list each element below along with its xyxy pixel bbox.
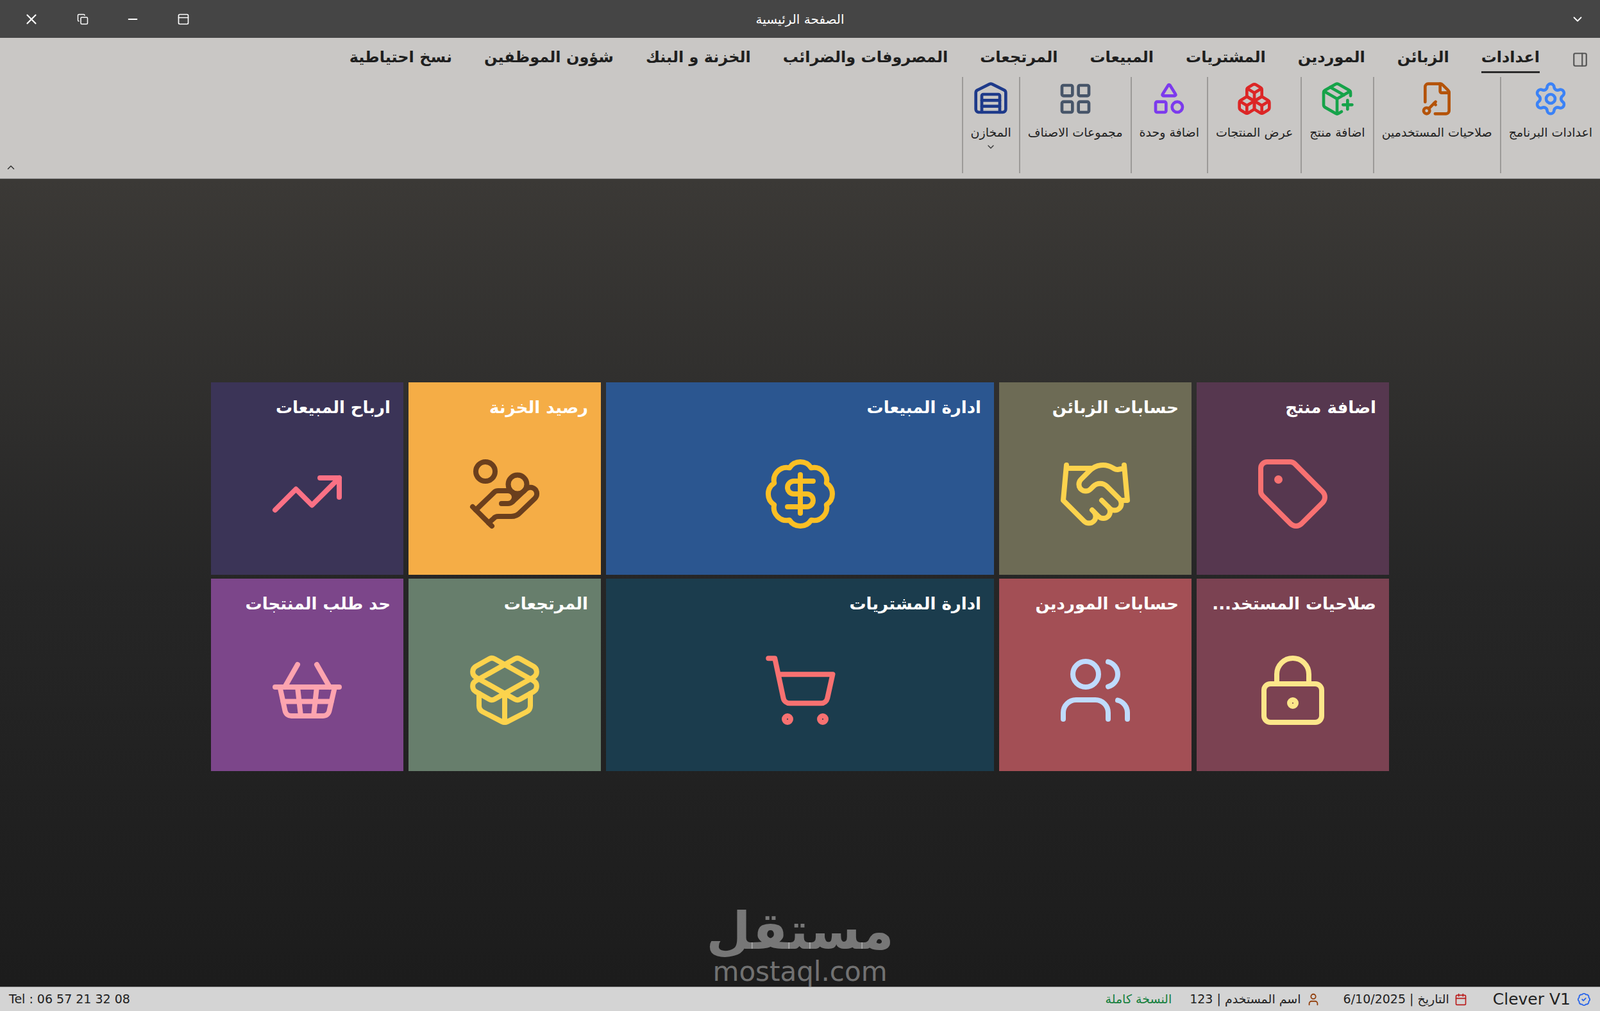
- profit-chart-icon: [268, 455, 346, 533]
- ribbon-tab[interactable]: الزبائن: [1397, 45, 1450, 74]
- license-status: النسخة كاملة: [1104, 989, 1172, 1009]
- warehouse-icon: [972, 80, 1009, 117]
- ribbon-tab[interactable]: الموردين: [1297, 45, 1366, 74]
- dashboard-tile[interactable]: ادارة المشتريات: [606, 578, 994, 771]
- money-bag-icon: [466, 455, 544, 533]
- dashboard-tile[interactable]: ادارة المبيعات: [606, 382, 994, 575]
- tiles-grid: اضافة منتجحسابات الزبائنادارة المبيعاترص…: [210, 382, 1390, 771]
- suppliers-icon: [1056, 651, 1134, 729]
- ribbon-button[interactable]: اعدادات البرنامج: [1499, 76, 1600, 174]
- ribbon-button[interactable]: المخازن: [961, 76, 1019, 174]
- ribbon-buttons: اعدادات البرنامجصلاحيات المستخدميناضافة …: [961, 76, 1600, 174]
- dashboard-tile[interactable]: ارباح المبيعات: [210, 382, 404, 575]
- dashboard-tile[interactable]: المرتجعات: [408, 578, 601, 771]
- ribbon-button[interactable]: عرض المنتجات: [1206, 76, 1301, 174]
- dashboard-tile[interactable]: حد طلب المنتجات: [210, 578, 404, 771]
- date: التاريخ | 6/10/2025: [1343, 989, 1450, 1009]
- app-version: Clever V1: [1492, 986, 1571, 1011]
- key-document-icon: [1419, 80, 1456, 117]
- app-window: الصفحة الرئيسية اعدادات الزبائن الموردين الم…: [0, 0, 1600, 1011]
- dashboard: اضافة منتجحسابات الزبائنادارة المبيعاترص…: [0, 178, 1600, 987]
- minimize-icon[interactable]: [125, 12, 140, 27]
- ribbon-tab[interactable]: المرتجعات: [979, 45, 1058, 74]
- phone: Tel : 06 57 21 32 08: [8, 989, 131, 1009]
- dashboard-tile[interactable]: صلاحيات المستخد...: [1196, 578, 1390, 771]
- ribbon-tab[interactable]: المبيعات: [1089, 45, 1154, 74]
- ribbon-tab[interactable]: الخزنة و البنك: [645, 45, 751, 74]
- watermark: مستقلmostaql.com: [0, 905, 1600, 986]
- ribbon-button[interactable]: اضافة منتج: [1300, 76, 1373, 174]
- dashboard-tile[interactable]: حسابات الزبائن: [999, 382, 1192, 575]
- restore-icon[interactable]: [76, 13, 89, 26]
- user-lock-icon: [1254, 651, 1332, 729]
- menu-caret-icon[interactable]: [985, 141, 996, 152]
- ribbon-tab[interactable]: المشتريات: [1185, 45, 1266, 74]
- ribbon-button[interactable]: مجموعات الاصناف: [1018, 76, 1131, 174]
- handshake-icon: [1056, 455, 1134, 533]
- app-icon: [1576, 992, 1592, 1007]
- close-icon[interactable]: [23, 10, 40, 28]
- title-bar: الصفحة الرئيسية: [0, 0, 1600, 38]
- quick-access-icon[interactable]: [1571, 51, 1589, 68]
- ribbon-tab[interactable]: نسخ احتياطية: [349, 45, 453, 74]
- grid-icon: [1057, 80, 1094, 117]
- ribbon-tab[interactable]: شؤون الموظفين: [484, 45, 614, 74]
- dropdown-caret-icon[interactable]: [1570, 12, 1585, 27]
- sale-icon: [761, 455, 839, 533]
- shapes-icon: [1151, 80, 1188, 117]
- ribbon-button[interactable]: صلاحيات المستخدمين: [1372, 76, 1500, 174]
- dashboard-tile[interactable]: رصيد الخزنة: [408, 382, 601, 575]
- buy-cart-icon: [761, 651, 839, 729]
- basket-icon: [268, 651, 346, 729]
- price-tag-icon: [1254, 455, 1332, 533]
- username: اسم المستخدم | 123: [1189, 989, 1301, 1009]
- calendar-icon: [1454, 992, 1468, 1006]
- return-box-icon: [466, 651, 544, 729]
- ribbon-tab[interactable]: اعدادات: [1481, 45, 1540, 74]
- dashboard-tile[interactable]: حسابات الموردين: [999, 578, 1192, 771]
- window-title: الصفحة الرئيسية: [202, 9, 1398, 29]
- ribbon-toggle-icon[interactable]: [176, 12, 190, 26]
- package-plus-icon: [1319, 80, 1356, 117]
- ribbon-button[interactable]: اضافة وحدة: [1130, 76, 1207, 174]
- dashboard-tile[interactable]: اضافة منتج: [1196, 382, 1390, 575]
- ribbon: اعداداتالزبائنالموردينالمشترياتالمبيعاتا…: [0, 37, 1600, 179]
- products-icon: [1236, 80, 1273, 117]
- collapse-ribbon-icon[interactable]: [5, 161, 17, 174]
- ribbon-tabs: اعدادات الزبائن الموردين المشتريات المبيعات ا…: [0, 37, 1600, 77]
- ribbon-tab[interactable]: المصروفات والضرائب: [783, 45, 948, 74]
- status-bar: Clever V1 التاريخ | 6/10/2025 اسم المستخدم…: [0, 986, 1600, 1011]
- user-icon: [1306, 992, 1321, 1007]
- gear-icon: [1532, 80, 1569, 117]
